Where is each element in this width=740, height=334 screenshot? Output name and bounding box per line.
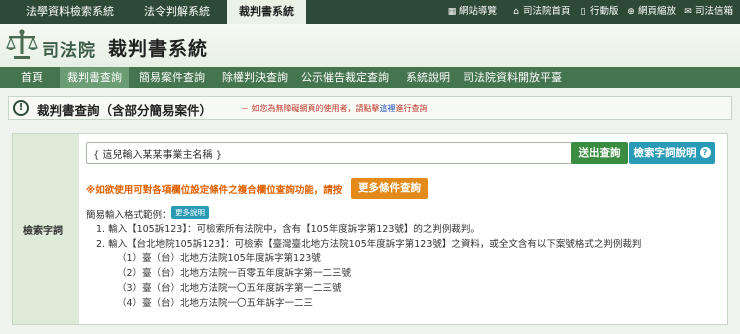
util-home[interactable]: ⌂ 司法院首頁 <box>511 0 571 24</box>
nav-exclusion-judgment[interactable]: 除權判決查詢 <box>215 67 295 88</box>
example-sub-2: （2）臺（台）北地方法院一百零五年度訴字第一二三號 <box>117 268 352 279</box>
util-zoom[interactable]: ⊕ 網頁縮放 <box>626 0 676 24</box>
nav-open-data[interactable]: 司法院資料開放平臺 <box>456 67 569 88</box>
example-sub-1: （1）臺（台）北地方法院105年度訴字第123號 <box>117 253 321 264</box>
mobile-icon: ▯ <box>580 7 586 17</box>
example-sub-4: （4）臺（台）北地方法院一〇五年訴字一二三 <box>117 298 314 309</box>
search-help-button[interactable]: 檢索字詞說明? <box>629 142 715 164</box>
nav-public-notice[interactable]: 公示催告裁定查詢 <box>294 67 396 88</box>
tab-law-interpretation[interactable]: 法令判解系統 <box>132 0 222 24</box>
page-title: 裁判書查詢（含部分簡易案件） <box>37 103 213 118</box>
sitemap-icon: ▦ <box>447 7 457 17</box>
examples-label: 簡易輸入格式範例： <box>86 210 172 221</box>
util-sitemap[interactable]: ▦ 網站導覽 <box>447 0 497 24</box>
nav-system-info[interactable]: 系統說明 <box>399 67 457 88</box>
search-input[interactable] <box>86 142 572 164</box>
tab-law-search[interactable]: 法學資料檢索系統 <box>14 0 126 24</box>
judicial-logo-icon[interactable] <box>6 28 38 62</box>
submit-search-button[interactable]: 送出查詢 <box>571 142 628 164</box>
main-nav: 首頁 裁判書查詢 簡易案件查詢 除權判決查詢 公示催告裁定查詢 系統說明 司法院… <box>0 67 740 88</box>
accessibility-link[interactable]: 這裡 <box>380 104 396 113</box>
top-bar: 法學資料檢索系統 法令判解系統 裁判書系統 ▦ 網站導覽 ⌂ 司法院首頁 ▯ 行動版 … <box>0 0 740 25</box>
accessibility-note-suffix: 進行查詢 <box>395 104 428 113</box>
util-mail[interactable]: ✉ 司法信箱 <box>683 0 733 24</box>
info-icon: ! <box>13 100 29 116</box>
util-sitemap-label: 網站導覽 <box>459 6 498 17</box>
more-explanation-button[interactable]: 更多說明 <box>171 206 209 219</box>
example-line-2: 2. 輸入【台北地院105訴123】：可檢索【臺灣臺北地方法院105年度訴字第1… <box>96 239 642 250</box>
page-header: ! 裁判書查詢（含部分簡易案件） － 如您為無障礙網頁的使用者，請點擊這裡進行查… <box>8 96 732 120</box>
util-mail-label: 司法信箱 <box>695 6 734 17</box>
search-label-cell: 檢索字詞 <box>13 134 79 324</box>
home-icon: ⌂ <box>513 7 519 17</box>
nav-simple-case[interactable]: 簡易案件查詢 <box>132 67 212 88</box>
logo-text[interactable]: 司法院 <box>42 36 96 61</box>
advanced-search-note: ※如欲使用可對各項欄位設定條件之複合欄位查詢功能，請按 <box>86 185 343 196</box>
example-line-1: 1. 輸入【105訴123】：可檢索所有法院中，含有【105年度訴字第123號】… <box>96 224 480 235</box>
mail-icon: ✉ <box>684 7 692 17</box>
accessibility-note: － 如您為無障礙網頁的使用者，請點擊這裡進行查詢 <box>241 103 428 114</box>
search-help-label: 檢索字詞說明 <box>633 147 697 159</box>
nav-judgment-search[interactable]: 裁判書查詢 <box>60 67 129 88</box>
util-home-label: 司法院首頁 <box>523 6 571 17</box>
zoom-icon: ⊕ <box>627 7 635 17</box>
accessibility-note-text: － 如您為無障礙網頁的使用者，請點擊 <box>241 104 380 113</box>
tab-judgment-system[interactable]: 裁判書系統 <box>227 0 306 25</box>
example-sub-3: （3）臺（台）北地方法院一〇五年度訴字第一二三號 <box>117 283 342 294</box>
advanced-search-button[interactable]: 更多條件查詢 <box>351 178 428 199</box>
search-label: 檢索字詞 <box>23 226 63 237</box>
nav-home[interactable]: 首頁 <box>14 67 50 88</box>
util-zoom-label: 網頁縮放 <box>638 6 677 17</box>
help-icon: ? <box>699 147 711 158</box>
util-mobile-label: 行動版 <box>590 6 619 17</box>
util-mobile[interactable]: ▯ 行動版 <box>578 0 619 24</box>
site-title: 裁判書系統 <box>108 38 209 60</box>
